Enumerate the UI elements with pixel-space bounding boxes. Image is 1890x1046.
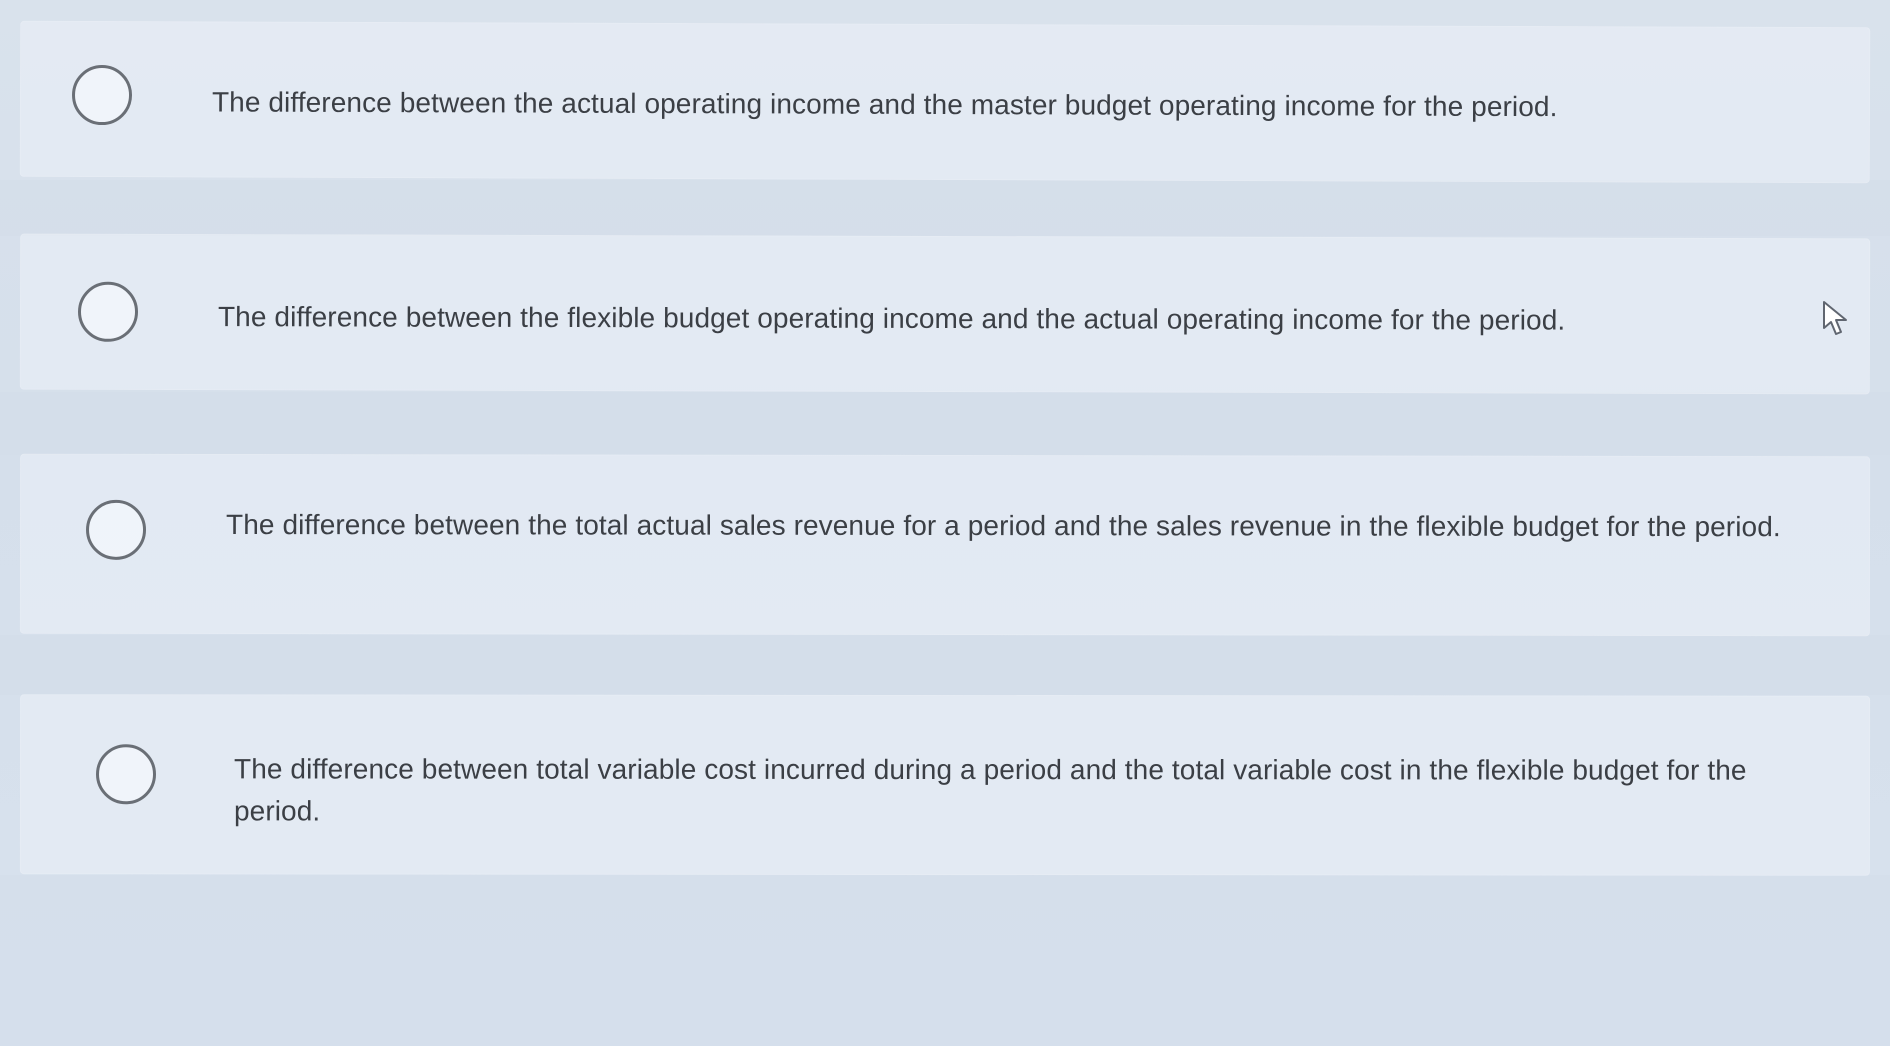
answer-option-1-label: The difference between the actual operat… — [211, 86, 1558, 123]
radio-button-3[interactable] — [85, 499, 147, 560]
answer-option-2[interactable]: The difference between the flexible budg… — [19, 233, 1871, 395]
cursor-icon — [1822, 300, 1850, 336]
quiz-page: The difference between the actual operat… — [0, 0, 1890, 1046]
answer-option-2-label: The difference between the flexible budg… — [217, 301, 1566, 336]
answer-option-4[interactable]: The difference between total variable co… — [19, 694, 1871, 876]
radio-button-2[interactable] — [77, 281, 139, 342]
answer-option-1[interactable]: The difference between the actual operat… — [19, 20, 1871, 184]
answer-option-4-label: The difference between total variable co… — [233, 753, 1747, 827]
answer-option-3-label: The difference between the total actual … — [226, 508, 1781, 543]
answer-option-3[interactable]: The difference between the total actual … — [19, 453, 1871, 637]
radio-button-4[interactable] — [95, 744, 157, 805]
answer-options: The difference between the actual operat… — [0, 0, 1890, 1046]
radio-button-1[interactable] — [71, 64, 133, 126]
